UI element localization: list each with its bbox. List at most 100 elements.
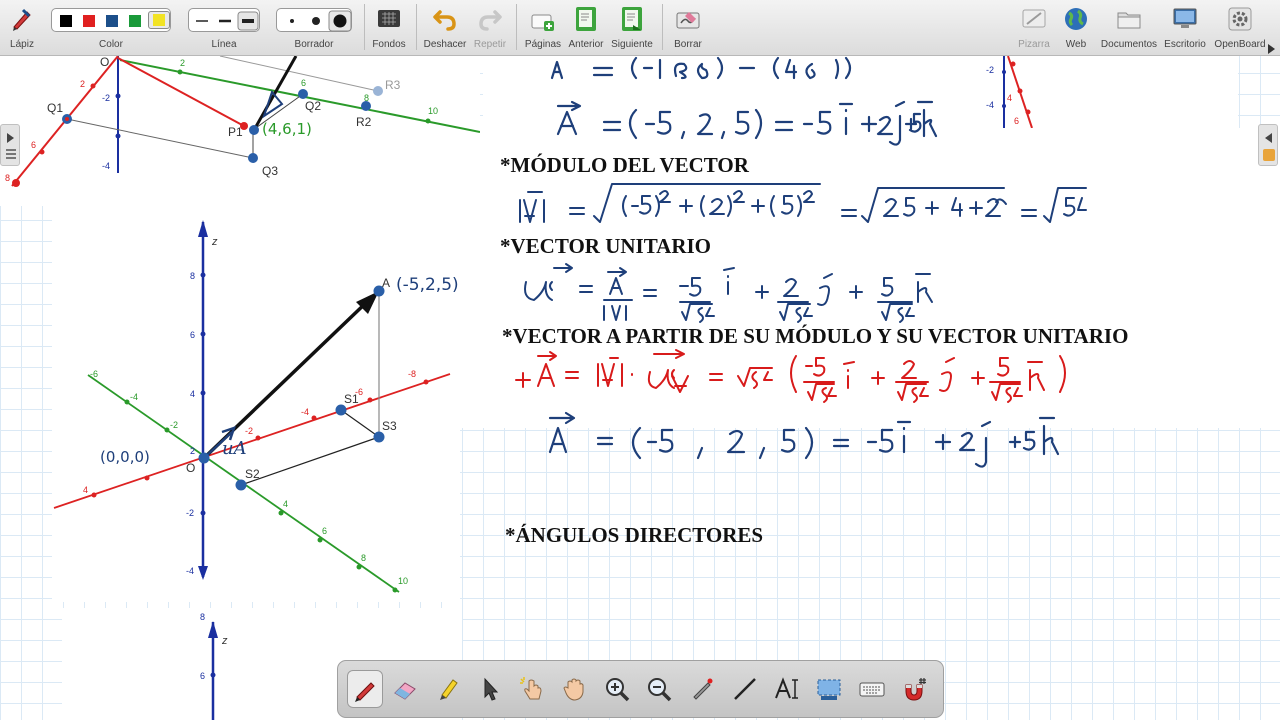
clear-page-button[interactable]: Borrar (666, 0, 710, 56)
eraser-size-picker: Borrador (274, 0, 354, 56)
ink-line-vector-a (556, 100, 938, 146)
zoom-out-icon (648, 678, 672, 702)
eraser-tool-button[interactable] (387, 670, 423, 708)
magnet-icon (905, 678, 926, 701)
folder-icon (1117, 12, 1141, 29)
color-yellow-selected[interactable] (148, 11, 170, 29)
toolbar-separator (662, 4, 663, 50)
tool-dock (337, 660, 944, 718)
right-panel-tab[interactable] (1258, 124, 1278, 166)
grid-background-icon (378, 10, 400, 27)
eraser-icon (394, 682, 416, 700)
pen-button[interactable]: Lápiz (2, 0, 42, 56)
documents-label: Documentos (1100, 39, 1158, 50)
backgrounds-button[interactable]: Fondos (366, 0, 412, 56)
heading-vector-partir: *VECTOR A PARTIR DE SU MÓDULO Y SU VECTO… (502, 324, 1129, 348)
highlighter-tool-button[interactable] (430, 670, 466, 708)
expand-right-icon (7, 133, 14, 143)
board-mode-button[interactable]: Pizarra (1012, 0, 1056, 56)
desktop-label: Escritorio (1164, 39, 1206, 50)
previous-page-button[interactable]: Anterior (566, 0, 606, 56)
openboard-label: OpenBoard (1214, 39, 1266, 50)
color-picker: Color (48, 0, 174, 56)
ink-line-modulus (519, 183, 1087, 223)
hand-tool-button[interactable] (556, 670, 592, 708)
line-width-options-icon[interactable] (189, 9, 261, 33)
left-panel-tab[interactable] (0, 124, 20, 166)
expand-left-icon (1265, 133, 1272, 143)
gear-icon (1228, 7, 1252, 31)
capture-icon (817, 679, 841, 700)
pages-button[interactable]: Páginas (520, 0, 566, 56)
pages-icon (6, 149, 16, 159)
color-red-swatch[interactable] (83, 15, 95, 27)
heading-unitario: *VECTOR UNITARIO (500, 234, 712, 258)
highlighter-icon (440, 679, 458, 700)
eraser-label: Borrador (294, 39, 334, 50)
toolbar-separator (416, 4, 417, 50)
color-black-swatch[interactable] (60, 15, 72, 27)
eraser-size-bar (276, 8, 352, 32)
pen-label: Lápiz (10, 39, 34, 50)
pen-tool-button[interactable] (347, 670, 383, 708)
pages-label: Páginas (524, 39, 562, 50)
previous-page-icon (576, 7, 596, 31)
heading-angulos: *ÁNGULOS DIRECTORES (505, 523, 764, 547)
eraser-size-options-icon[interactable] (277, 9, 353, 33)
clear-page-icon (676, 12, 700, 29)
line-tool-button[interactable] (727, 670, 763, 708)
hand-icon (563, 678, 584, 701)
next-page-button[interactable]: Siguiente (608, 0, 656, 56)
toolbar-overflow-arrow-icon[interactable] (1268, 44, 1275, 54)
cursor-icon (484, 677, 499, 701)
main-toolbar: Lápiz Color Línea Borrador Fondos Deshac… (0, 0, 1280, 56)
board-icon (1022, 9, 1046, 28)
line-icon (734, 678, 756, 700)
capture-tool-button[interactable] (811, 670, 847, 708)
zoom-in-tool-button[interactable] (599, 670, 635, 708)
toolbar-separator (516, 4, 517, 50)
line-width-picker: Línea (186, 0, 262, 56)
backgrounds-label: Fondos (372, 39, 406, 50)
pen-icon (13, 8, 31, 31)
documents-button[interactable]: Documentos (1098, 0, 1160, 56)
color-label: Color (99, 39, 123, 50)
magnet-tool-button[interactable] (897, 670, 933, 708)
board-label: Pizarra (1018, 39, 1050, 50)
redo-button[interactable]: Repetir (470, 0, 510, 56)
add-page-icon (531, 14, 554, 31)
undo-icon (433, 10, 456, 31)
web-mode-button[interactable]: Web (1056, 0, 1096, 56)
clear-label: Borrar (674, 39, 702, 50)
text-tool-button[interactable] (769, 670, 805, 708)
heading-modulo: *MÓDULO DEL VECTOR (500, 153, 749, 177)
text-icon (775, 677, 798, 699)
openboard-menu-button[interactable]: OpenBoard (1212, 0, 1268, 56)
redo-label: Repetir (473, 39, 507, 50)
ink-line-unit-vector (524, 263, 933, 323)
desktop-icon (1173, 8, 1197, 28)
toolbar-separator (364, 4, 365, 50)
globe-icon (1065, 8, 1087, 30)
undo-label: Deshacer (423, 39, 467, 50)
zoom-in-icon (606, 678, 630, 702)
ink-line-final-vector (548, 411, 1060, 468)
line-label: Línea (211, 39, 237, 50)
interact-tool-button[interactable] (514, 670, 550, 708)
color-green-swatch[interactable] (129, 15, 141, 27)
select-tool-button[interactable] (472, 670, 508, 708)
line-width-bar (188, 8, 260, 32)
color-blue-swatch[interactable] (106, 15, 118, 27)
zoom-out-tool-button[interactable] (641, 670, 677, 708)
board-canvas[interactable]: O Q1 Q2 Q3 P1 R2 R3 (4,6,1) 2 -2 -4 6 8 … (0, 56, 1280, 720)
redo-icon (479, 10, 502, 31)
undo-button[interactable]: Deshacer (420, 0, 470, 56)
pen-icon (355, 682, 375, 702)
laser-pointer-tool-button[interactable] (684, 670, 720, 708)
ink-line-vector-from-modulus (515, 349, 1066, 403)
desktop-mode-button[interactable]: Escritorio (1160, 0, 1210, 56)
library-icon (1263, 149, 1275, 161)
next-page-icon (622, 7, 642, 31)
keyboard-tool-button[interactable] (854, 670, 890, 708)
keyboard-icon (859, 682, 885, 697)
